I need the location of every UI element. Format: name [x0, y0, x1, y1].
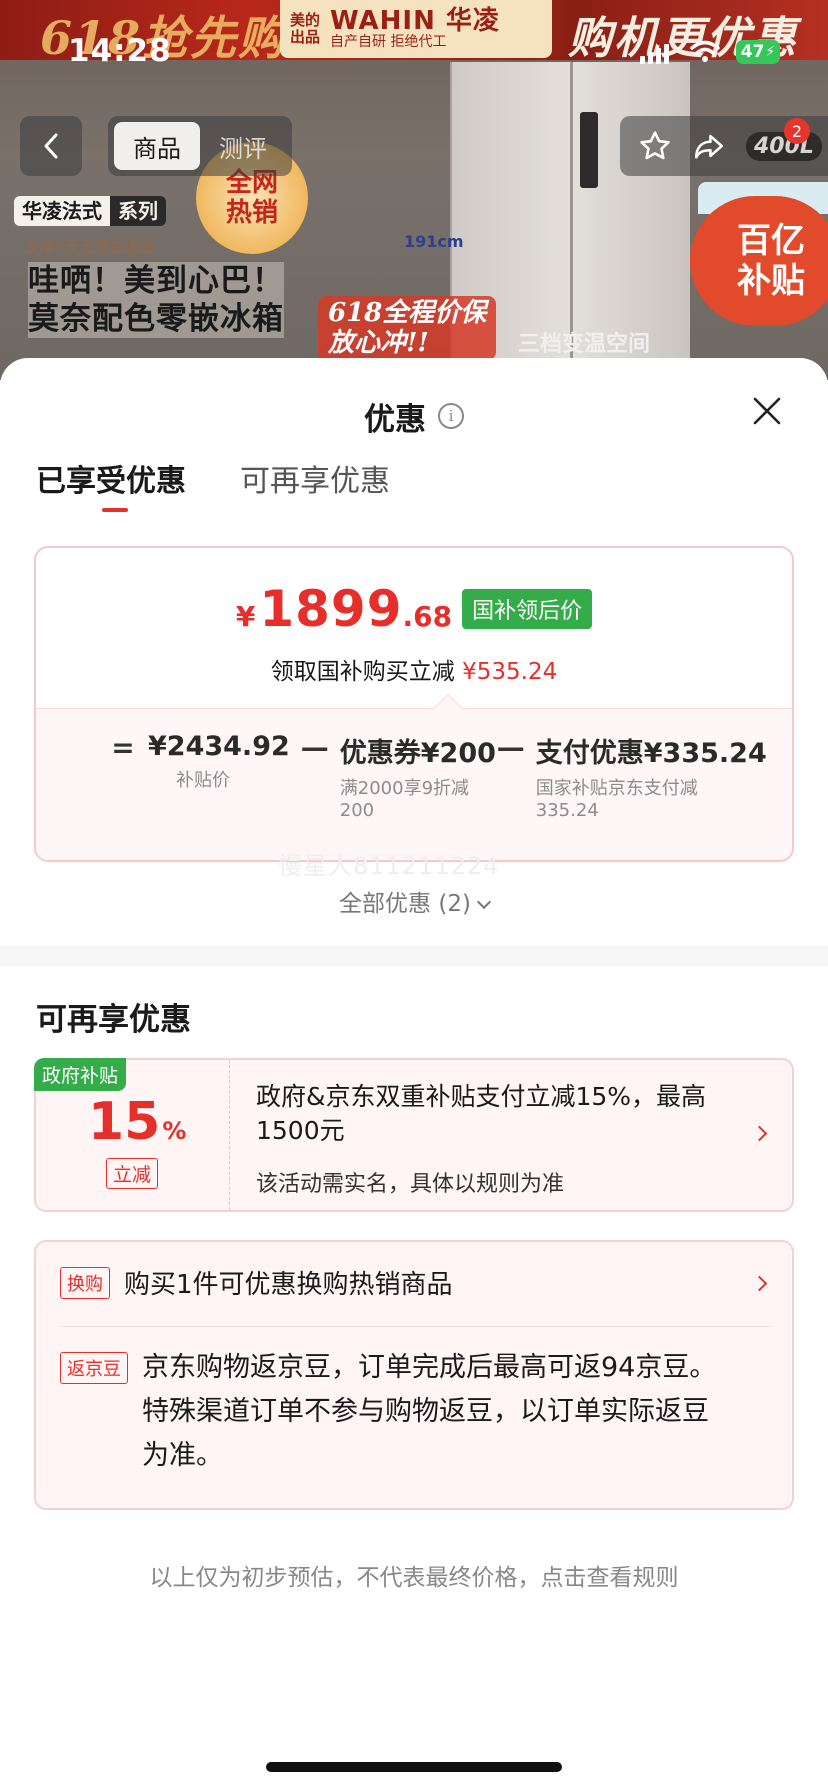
- trade-in-row[interactable]: 换购 购买1件可优惠换购热销商品: [60, 1264, 453, 1301]
- offer-tabs: 已享受优惠 可再享优惠: [36, 458, 390, 512]
- formula-item-subsidy-price: ¥2434.92 补贴价: [148, 731, 290, 792]
- jd-beans-tag: 返京豆: [60, 1352, 128, 1384]
- info-icon[interactable]: i: [438, 403, 464, 429]
- sheet-title: 优惠: [364, 401, 426, 438]
- jd-beans-row: 返京豆 京东购物返京豆，订单完成后最高可返94京豆。特殊渠道订单不参与购物返豆，…: [60, 1352, 732, 1478]
- price-currency: ¥: [235, 600, 256, 633]
- brand-plate: 美的 出品 WAHIN 华凌 自产自研 拒绝代工: [280, 0, 552, 58]
- price-guard-badge: 618全程价保 放心冲!!: [318, 296, 497, 360]
- formula-item-coupon: 优惠券¥200 满2000享9折减200: [339, 731, 496, 822]
- tab-more-offers[interactable]: 可再享优惠: [240, 458, 390, 506]
- hot-seal-line-2: 热销: [225, 198, 278, 228]
- dimension-label: 191cm: [404, 232, 464, 251]
- product-banner: 618抢先购 美的 出品 WAHIN 华凌 自产自研 拒绝代工 购机更优惠 19…: [0, 0, 828, 380]
- battery-icon: 47 ⚡: [736, 40, 780, 64]
- formula-item-payment: 支付优惠¥335.24 国家补贴京东支付减335.24: [535, 731, 767, 822]
- extra-offers-card: 换购 购买1件可优惠换购热销商品 返京豆 京东购物返京豆，订单完成后最高可返94…: [34, 1240, 794, 1510]
- formula-caption: 满2000享9折减200: [339, 778, 470, 821]
- final-price: ¥ 1899 .68: [236, 580, 452, 638]
- offer-description: 政府&京东双重补贴支付立减15%，最高1500元: [256, 1082, 707, 1145]
- formula-value: ¥2434.92: [148, 731, 290, 762]
- trade-in-text: 购买1件可优惠换购热销商品: [124, 1270, 453, 1300]
- series-suffix: 系列: [110, 196, 166, 226]
- tab-review[interactable]: 测评: [200, 122, 286, 170]
- all-offers-toggle[interactable]: 全部优惠 (2): [0, 884, 828, 918]
- section-divider: [0, 946, 828, 966]
- brand-slogan: 自产自研 拒绝代工: [330, 34, 447, 50]
- equals-sign: =: [111, 731, 135, 764]
- formula-caption: 补贴价: [176, 770, 230, 791]
- all-offers-label: 全部优惠 (2): [339, 891, 471, 917]
- price-formula-panel: = ¥2434.92 补贴价 — 优惠券¥200 满2000享9折减200 — …: [36, 708, 792, 860]
- chevron-left-icon: [44, 133, 58, 159]
- gov-subsidy-badge: 国补领后价: [462, 589, 593, 629]
- price-guard-line-2: 放心冲!!: [328, 328, 429, 358]
- chevron-right-icon: [751, 1275, 768, 1292]
- series-tag: 华凌法式 系列: [14, 196, 166, 226]
- final-price-line: ¥ 1899 .68 国补领后价: [36, 580, 792, 638]
- tab-enjoyed-offers[interactable]: 已享受优惠: [36, 458, 186, 512]
- brand-midea-label: 美的 出品: [290, 11, 321, 46]
- price-guard-line-1: 618全程价保: [328, 298, 487, 328]
- price-summary: ¥ 1899 .68 国补领后价 领取国补购买立减 ¥535.24: [36, 548, 792, 708]
- banner-headline: 哇哂！美到心巴！ 莫奈配色零嵌冰箱: [28, 262, 284, 338]
- star-icon[interactable]: [638, 129, 672, 163]
- price-integer: 1899: [259, 580, 403, 638]
- instant-discount-tag: 立减: [106, 1158, 159, 1189]
- cart-count-badge: 2: [784, 118, 810, 144]
- close-icon[interactable]: [750, 394, 784, 428]
- minus-sign: —: [300, 731, 329, 764]
- more-offers-title: 可再享优惠: [36, 1002, 191, 1038]
- subsidy-line-1: 百亿: [737, 221, 805, 261]
- discount-number: 15: [88, 1092, 161, 1152]
- headline-line-1: 哇哂！美到心巴！: [28, 263, 284, 299]
- row-divider: [60, 1326, 772, 1327]
- formula-value: 优惠券¥200: [339, 738, 496, 769]
- share-icon[interactable]: [692, 129, 726, 163]
- headline-line-2: 莫奈配色零嵌冰箱: [28, 301, 284, 337]
- price-breakdown-card: ¥ 1899 .68 国补领后价 领取国补购买立减 ¥535.24 = ¥243…: [34, 546, 794, 862]
- brand-wahin-logo: WAHIN 华凌: [330, 6, 500, 36]
- tab-product[interactable]: 商品: [114, 122, 200, 170]
- back-button[interactable]: [20, 116, 82, 176]
- minus-sign: —: [496, 731, 525, 764]
- home-indicator: [266, 1762, 562, 1772]
- nav-tabs: 商品 测评: [108, 116, 292, 176]
- battery-level: 47: [740, 42, 765, 62]
- formula-caption: 国家补贴京东支付减335.24: [535, 778, 698, 821]
- trade-in-tag: 换购: [60, 1266, 110, 1299]
- fridge-handle: [580, 112, 598, 188]
- series-name: 华凌法式: [14, 196, 110, 226]
- offer-note: 该活动需实名，具体以规则为准: [256, 1172, 565, 1197]
- price-subtext-amount: ¥535.24: [462, 659, 558, 685]
- gov-subsidy-flag: 政府补贴: [34, 1058, 127, 1091]
- cellular-signal-icon: [640, 44, 669, 64]
- discount-percent-sign: %: [162, 1117, 187, 1145]
- discount-percent: 15 %: [88, 1092, 186, 1152]
- formula-value: 支付优惠¥335.24: [535, 738, 767, 769]
- offers-sheet: 优惠 i 已享受优惠 可再享优惠 ¥ 1899 .68 国补领后价 领取国补购买…: [0, 358, 828, 1792]
- price-formula: = ¥2434.92 补贴价 — 优惠券¥200 满2000享9折减200 — …: [108, 731, 767, 822]
- subsidy-seal: 百亿 补贴: [690, 196, 828, 326]
- price-subtext-label: 领取国补购买立减: [270, 659, 455, 685]
- status-time: 14:28: [68, 33, 172, 69]
- chevron-down-icon: [476, 894, 492, 910]
- chevron-right-icon: [751, 1125, 768, 1142]
- price-subtext: 领取国补购买立减 ¥535.24: [36, 652, 792, 686]
- zone-label: 三档变温空间: [518, 332, 651, 357]
- subsidy-line-2: 补贴: [737, 261, 805, 301]
- price-decimal: .68: [402, 600, 453, 633]
- sheet-header: 优惠 i: [0, 388, 828, 444]
- gov-subsidy-offer-card[interactable]: 15 % 立减 政府补贴 政府&京东双重补贴支付立减15%，最高1500元 该活…: [34, 1058, 794, 1212]
- wifi-icon: [690, 40, 720, 62]
- rules-disclaimer-link[interactable]: 以上仅为初步预估，不代表最终价格，点击查看规则: [0, 1558, 828, 1592]
- user-watermark: 慢星人811211224: [278, 852, 500, 880]
- return-note: 支持7天无理由退货: [24, 238, 155, 256]
- jd-beans-text: 京东购物返京豆，订单完成后最高可返94京豆。特殊渠道订单不参与购物返豆，以订单实…: [142, 1352, 717, 1471]
